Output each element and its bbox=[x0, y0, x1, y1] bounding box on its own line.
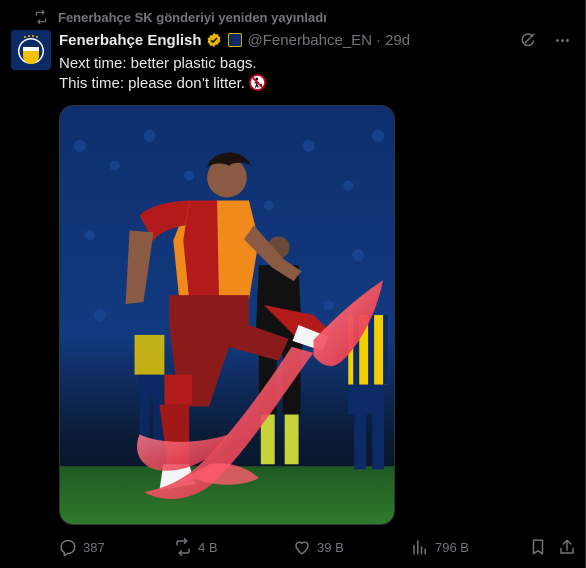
tweet-text-line-2-text: This time: please don’t litter. bbox=[59, 75, 245, 92]
repost-context-text: Fenerbahçe SK gönderiyi yeniden yayınlad… bbox=[58, 9, 327, 25]
grok-icon[interactable] bbox=[519, 32, 536, 49]
reply-count: 387 bbox=[83, 539, 105, 555]
like-count: 39 B bbox=[317, 539, 344, 555]
tweet-photo[interactable] bbox=[59, 105, 395, 525]
repost-action-icon bbox=[174, 538, 192, 556]
more-options-icon[interactable] bbox=[554, 32, 571, 49]
fenerbahce-logo-icon bbox=[11, 30, 51, 70]
reply-icon bbox=[59, 538, 77, 556]
tweet-actions: 387 4 B 39 B 796 B bbox=[59, 534, 579, 560]
author-handle[interactable]: @Fenerbahce_EN bbox=[248, 32, 372, 49]
bookmark-icon bbox=[529, 538, 547, 556]
repost-button[interactable]: 4 B bbox=[174, 534, 218, 560]
share-button[interactable] bbox=[558, 534, 576, 560]
tweet-time[interactable]: 29d bbox=[385, 32, 410, 49]
tweet-text: Next time: better plastic bags. This tim… bbox=[59, 54, 565, 94]
tweet-card[interactable]: Fenerbahçe SK gönderiyi yeniden yayınlad… bbox=[0, 0, 586, 568]
views-chart-icon bbox=[411, 538, 429, 556]
affiliate-badge-icon[interactable] bbox=[227, 33, 242, 47]
like-button[interactable]: 39 B bbox=[293, 534, 344, 560]
tweet-header: Fenerbahçe English @Fenerbahce_EN · 29d bbox=[59, 30, 571, 50]
repost-context[interactable]: Fenerbahçe SK gönderiyi yeniden yayınlad… bbox=[34, 8, 327, 26]
verified-badge-icon bbox=[206, 32, 222, 48]
bookmark-button[interactable] bbox=[529, 534, 547, 560]
football-player-photo bbox=[60, 106, 394, 524]
heart-icon bbox=[293, 538, 311, 556]
tweet-text-line-1: Next time: better plastic bags. bbox=[59, 55, 257, 72]
reply-button[interactable]: 387 bbox=[59, 534, 105, 560]
repost-icon bbox=[34, 10, 48, 24]
views-button[interactable]: 796 B bbox=[411, 534, 469, 560]
repost-count: 4 B bbox=[198, 539, 218, 555]
views-count: 796 B bbox=[435, 539, 469, 555]
no-littering-emoji-icon bbox=[249, 74, 266, 91]
tweet-text-line-2: This time: please don’t litter. bbox=[59, 74, 565, 94]
share-icon bbox=[558, 538, 576, 556]
author-name[interactable]: Fenerbahçe English bbox=[59, 32, 202, 49]
separator-dot: · bbox=[376, 31, 382, 49]
avatar[interactable] bbox=[11, 30, 51, 70]
